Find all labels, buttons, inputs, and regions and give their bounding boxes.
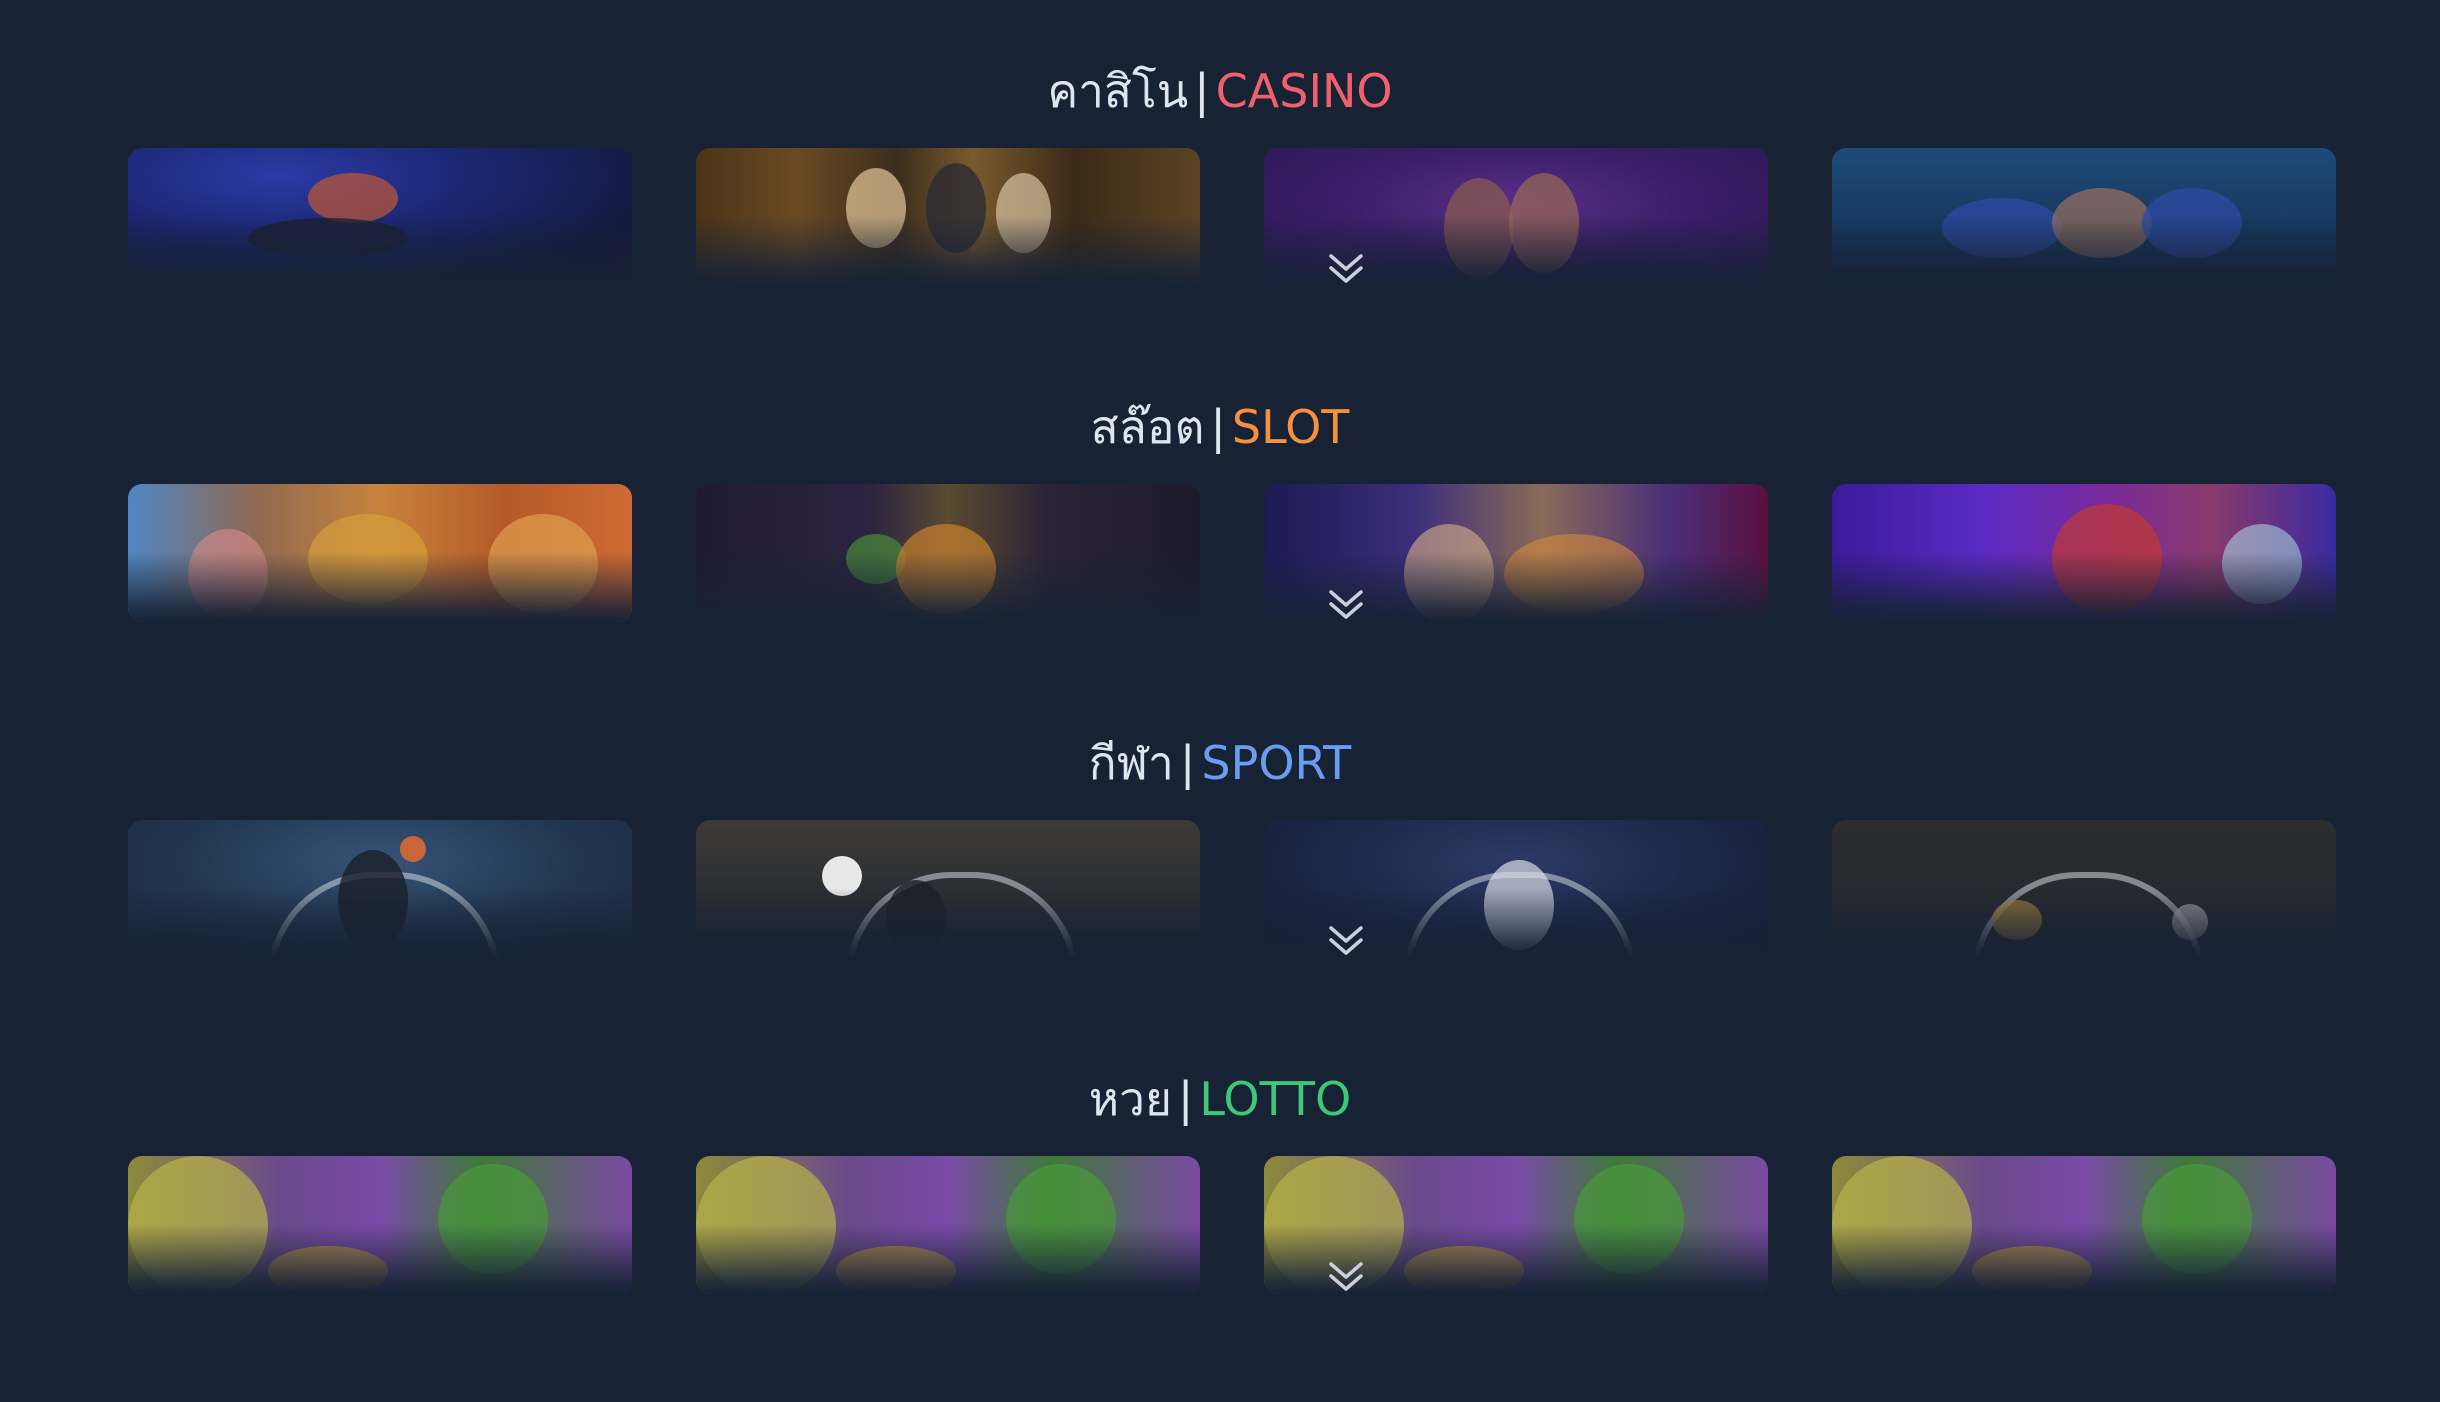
lotto-expand-chevron-icon[interactable] (1321, 1252, 1371, 1302)
lotto-card-1[interactable] (128, 1156, 632, 1294)
slot-title-thai: สล๊อต (1090, 400, 1205, 454)
slot-section-title: สล๊อต | SLOT (0, 394, 2440, 460)
lotto-title-thai: หวย (1088, 1072, 1172, 1126)
sport-card-row (128, 820, 2336, 958)
casino-section-title: คาสิโน | CASINO (0, 58, 2440, 124)
casino-card-2[interactable] (696, 148, 1200, 286)
casino-title-separator: | (1194, 64, 1210, 118)
casino-title-english: CASINO (1215, 64, 1393, 118)
slot-title-separator: | (1210, 400, 1226, 454)
sport-card-2[interactable] (696, 820, 1200, 958)
slot-card-2[interactable] (696, 484, 1200, 622)
lotto-section-title: หวย | LOTTO (0, 1066, 2440, 1132)
sport-section-title: กีฬา | SPORT (0, 730, 2440, 796)
casino-expand-chevron-icon[interactable] (1321, 244, 1371, 294)
lotto-card-2[interactable] (696, 1156, 1200, 1294)
game-categories-page: คาสิโน | CASINO สล๊อต | SLOT กีฬา | SPOR… (0, 0, 2440, 1402)
sport-card-1[interactable] (128, 820, 632, 958)
lotto-title-separator: | (1177, 1072, 1194, 1126)
slot-expand-chevron-icon[interactable] (1321, 580, 1371, 630)
lotto-card-row (128, 1156, 2336, 1294)
casino-card-4[interactable] (1832, 148, 2336, 286)
casino-card-1[interactable] (128, 148, 632, 286)
casino-title-thai: คาสิโน (1047, 64, 1189, 118)
sport-expand-chevron-icon[interactable] (1321, 916, 1371, 966)
sport-card-4[interactable] (1832, 820, 2336, 958)
slot-card-1[interactable] (128, 484, 632, 622)
casino-card-row (128, 148, 2336, 286)
lotto-card-4[interactable] (1832, 1156, 2336, 1294)
slot-card-4[interactable] (1832, 484, 2336, 622)
lotto-title-english: LOTTO (1199, 1072, 1352, 1126)
slot-title-english: SLOT (1231, 400, 1350, 454)
sport-title-thai: กีฬา (1088, 736, 1174, 790)
sport-title-english: SPORT (1201, 736, 1352, 790)
sport-title-separator: | (1179, 736, 1196, 790)
slot-card-row (128, 484, 2336, 622)
